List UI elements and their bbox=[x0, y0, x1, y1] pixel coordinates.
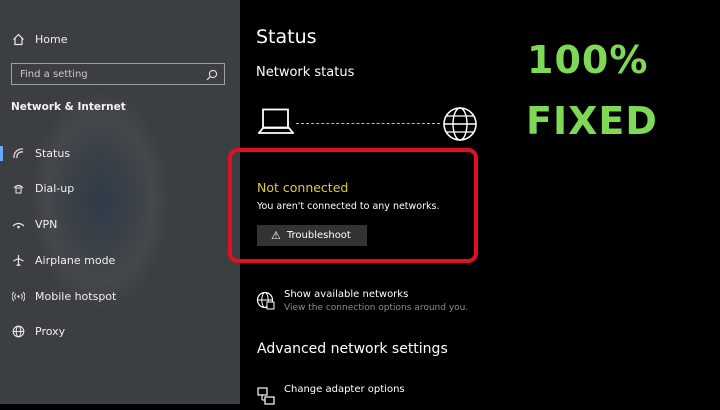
sidebar-item-proxy[interactable]: Proxy bbox=[0, 316, 240, 346]
active-indicator bbox=[0, 146, 3, 161]
vpn-icon bbox=[11, 217, 25, 231]
sidebar-item-home[interactable]: Home bbox=[0, 24, 240, 54]
adapter-options-title: Change adapter options bbox=[284, 384, 405, 395]
sidebar-item-label: Proxy bbox=[35, 324, 66, 338]
search-input[interactable] bbox=[12, 64, 210, 84]
hotspot-icon bbox=[11, 289, 25, 303]
connection-status-title: Not connected bbox=[257, 180, 349, 195]
laptop-icon bbox=[257, 108, 295, 140]
sidebar-item-airplane-mode[interactable]: Airplane mode bbox=[0, 245, 240, 275]
show-networks-subtitle: View the connection options around you. bbox=[284, 303, 469, 313]
sidebar-item-status[interactable]: Status bbox=[0, 138, 240, 168]
dial-up-icon bbox=[11, 181, 25, 195]
sidebar-item-label: Mobile hotspot bbox=[35, 289, 117, 303]
connection-line bbox=[296, 123, 440, 124]
settings-sidebar: Home Network & Internet Status Dial-up V… bbox=[0, 0, 240, 404]
troubleshoot-label: Troubleshoot bbox=[286, 230, 351, 241]
sidebar-item-mobile-hotspot[interactable]: Mobile hotspot bbox=[0, 281, 240, 311]
show-networks-title: Show available networks bbox=[284, 289, 409, 300]
adapter-icon bbox=[256, 386, 276, 406]
airplane-icon bbox=[11, 253, 25, 267]
sidebar-item-dial-up[interactable]: Dial-up bbox=[0, 173, 240, 203]
search-box[interactable] bbox=[11, 63, 225, 85]
sidebar-item-label: Status bbox=[35, 146, 71, 160]
connection-status-message: You aren't connected to any networks. bbox=[257, 201, 440, 212]
warning-icon: ⚠ bbox=[271, 229, 281, 242]
section-heading: Network & Internet bbox=[11, 101, 126, 113]
sidebar-item-label: VPN bbox=[35, 217, 58, 231]
sidebar-item-label: Dial-up bbox=[35, 181, 75, 195]
overlay-text-percent: 100% bbox=[527, 38, 649, 82]
show-available-networks-link[interactable]: Show available networks View the connect… bbox=[256, 289, 486, 319]
page-title: Status bbox=[256, 26, 317, 48]
overlay-text-fixed: FIXED bbox=[526, 99, 658, 143]
network-globe-icon bbox=[256, 291, 276, 311]
search-icon[interactable] bbox=[205, 67, 219, 81]
status-icon bbox=[11, 146, 25, 160]
advanced-settings-heading: Advanced network settings bbox=[257, 341, 448, 357]
change-adapter-options-link[interactable]: Change adapter options bbox=[256, 384, 486, 406]
internet-globe-icon bbox=[442, 106, 478, 146]
sidebar-item-label: Home bbox=[35, 32, 68, 46]
network-status-heading: Network status bbox=[256, 65, 355, 80]
sidebar-item-vpn[interactable]: VPN bbox=[0, 209, 240, 239]
home-icon bbox=[11, 32, 25, 46]
troubleshoot-button[interactable]: ⚠ Troubleshoot bbox=[257, 225, 367, 246]
sidebar-item-label: Airplane mode bbox=[35, 253, 116, 267]
globe-icon bbox=[11, 324, 25, 338]
